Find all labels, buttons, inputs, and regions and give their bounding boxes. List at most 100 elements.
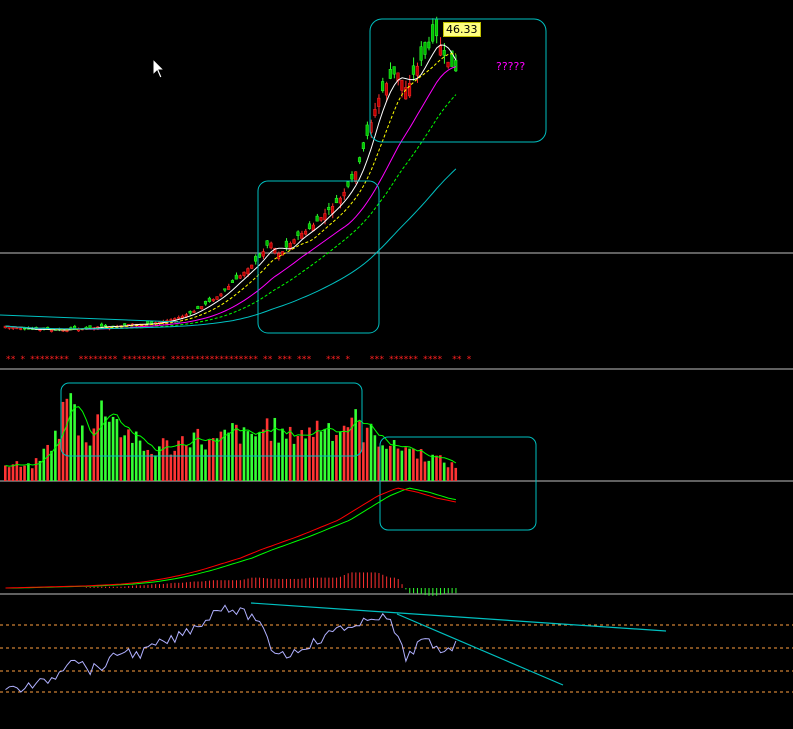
volume-bar (96, 414, 99, 481)
candle-body (315, 215, 319, 222)
candle-body (419, 46, 423, 61)
signal-marker: * (21, 355, 26, 365)
annotation-text: ????? (496, 60, 526, 73)
last-price-label: 46.33 (443, 22, 481, 37)
volume-bar (123, 435, 126, 481)
candle-body (215, 296, 219, 300)
volume-bar (173, 450, 176, 481)
volume-bar (442, 462, 446, 481)
candle-body (300, 232, 304, 239)
volume-bar (115, 419, 119, 481)
candle-body (438, 45, 442, 56)
candle-body (184, 314, 188, 317)
candle-body (238, 275, 242, 279)
volume-bar (265, 418, 269, 481)
volume-bar (127, 429, 130, 481)
volume-bar (107, 421, 111, 481)
candle-body (246, 268, 250, 275)
candle-body (284, 240, 288, 248)
volume-bar (146, 449, 150, 481)
candle-body (304, 230, 308, 235)
volume-bar (389, 445, 392, 481)
candle-body (442, 50, 446, 56)
volume-bar (400, 450, 404, 481)
volume-bar (454, 467, 458, 481)
volume-bar (296, 436, 300, 481)
oscillator-line (5, 604, 457, 693)
volume-bar (238, 443, 242, 481)
candle-body (11, 326, 15, 330)
volume-bar (150, 453, 153, 481)
volume-bar (450, 462, 454, 481)
candle-body (250, 264, 254, 269)
candle-body (200, 306, 204, 310)
volume-bar (258, 432, 261, 481)
volume-bar (304, 438, 307, 481)
volume-bar (177, 440, 180, 481)
volume-bar (57, 438, 61, 481)
volume-bar (242, 427, 246, 481)
candle-body (400, 79, 404, 91)
candle-body (146, 320, 150, 325)
candle-body (100, 323, 104, 327)
candle-body (230, 280, 234, 283)
volume-bar (261, 429, 265, 481)
signal-marker: * (253, 355, 258, 365)
volume-bar (423, 461, 427, 481)
candle-body (427, 41, 431, 49)
signal-marker: * (287, 355, 292, 365)
signal-marker: * (336, 355, 341, 365)
candle-body (123, 323, 127, 326)
volume-bar (354, 409, 357, 481)
candle-body (15, 327, 19, 330)
volume-bar (277, 442, 280, 481)
volume-bar (181, 436, 184, 481)
volume-bar (161, 438, 165, 481)
volume-bar (19, 466, 22, 481)
candle-body (404, 87, 408, 100)
volume-bar (381, 445, 384, 481)
candle-body (319, 217, 323, 221)
volume-bar (373, 435, 377, 481)
candle-body (177, 317, 181, 319)
signal-marker: * (346, 355, 351, 365)
volume-bar (369, 423, 373, 481)
candle-body (454, 59, 458, 72)
signal-marker: * (64, 355, 69, 365)
signal-marker: * (438, 355, 443, 365)
volume-bar (77, 435, 80, 481)
signal-marker: * (379, 355, 384, 365)
volume-bar (138, 440, 142, 481)
volume-bar (223, 429, 227, 481)
stock-chart: * * * * * * * * * * * * * * * * * * * * * * * * * * * * * * * * * * * * * * * *… (0, 16, 793, 693)
candle-body (365, 124, 369, 136)
moving-average-line (5, 94, 457, 330)
signal-marker: * (413, 355, 418, 365)
volume-bar (392, 440, 396, 481)
candle-body (19, 328, 23, 330)
signal-marker: * (11, 355, 16, 365)
candle-body (192, 310, 196, 313)
volume-bar (288, 426, 292, 481)
volume-bar (204, 449, 207, 481)
volume-bar (46, 444, 49, 481)
volume-bar (419, 449, 423, 481)
volume-bar (73, 404, 76, 481)
volume-bar (119, 437, 123, 481)
candle-body (446, 61, 450, 68)
volume-bar (358, 421, 361, 481)
candle-body (334, 197, 338, 204)
candle-body (280, 251, 285, 256)
volume-bar (269, 440, 273, 481)
volume-bar (427, 460, 431, 481)
volume-bar (331, 440, 334, 481)
highlight-box-divergence (379, 436, 537, 531)
signal-marker: * (161, 355, 166, 365)
volume-bar (50, 450, 53, 481)
candle-body (423, 42, 427, 55)
volume-bar (188, 447, 192, 481)
volume-bar (281, 428, 284, 481)
volume-bar (346, 427, 350, 481)
candle-body (103, 324, 107, 327)
volume-bar (69, 393, 73, 481)
